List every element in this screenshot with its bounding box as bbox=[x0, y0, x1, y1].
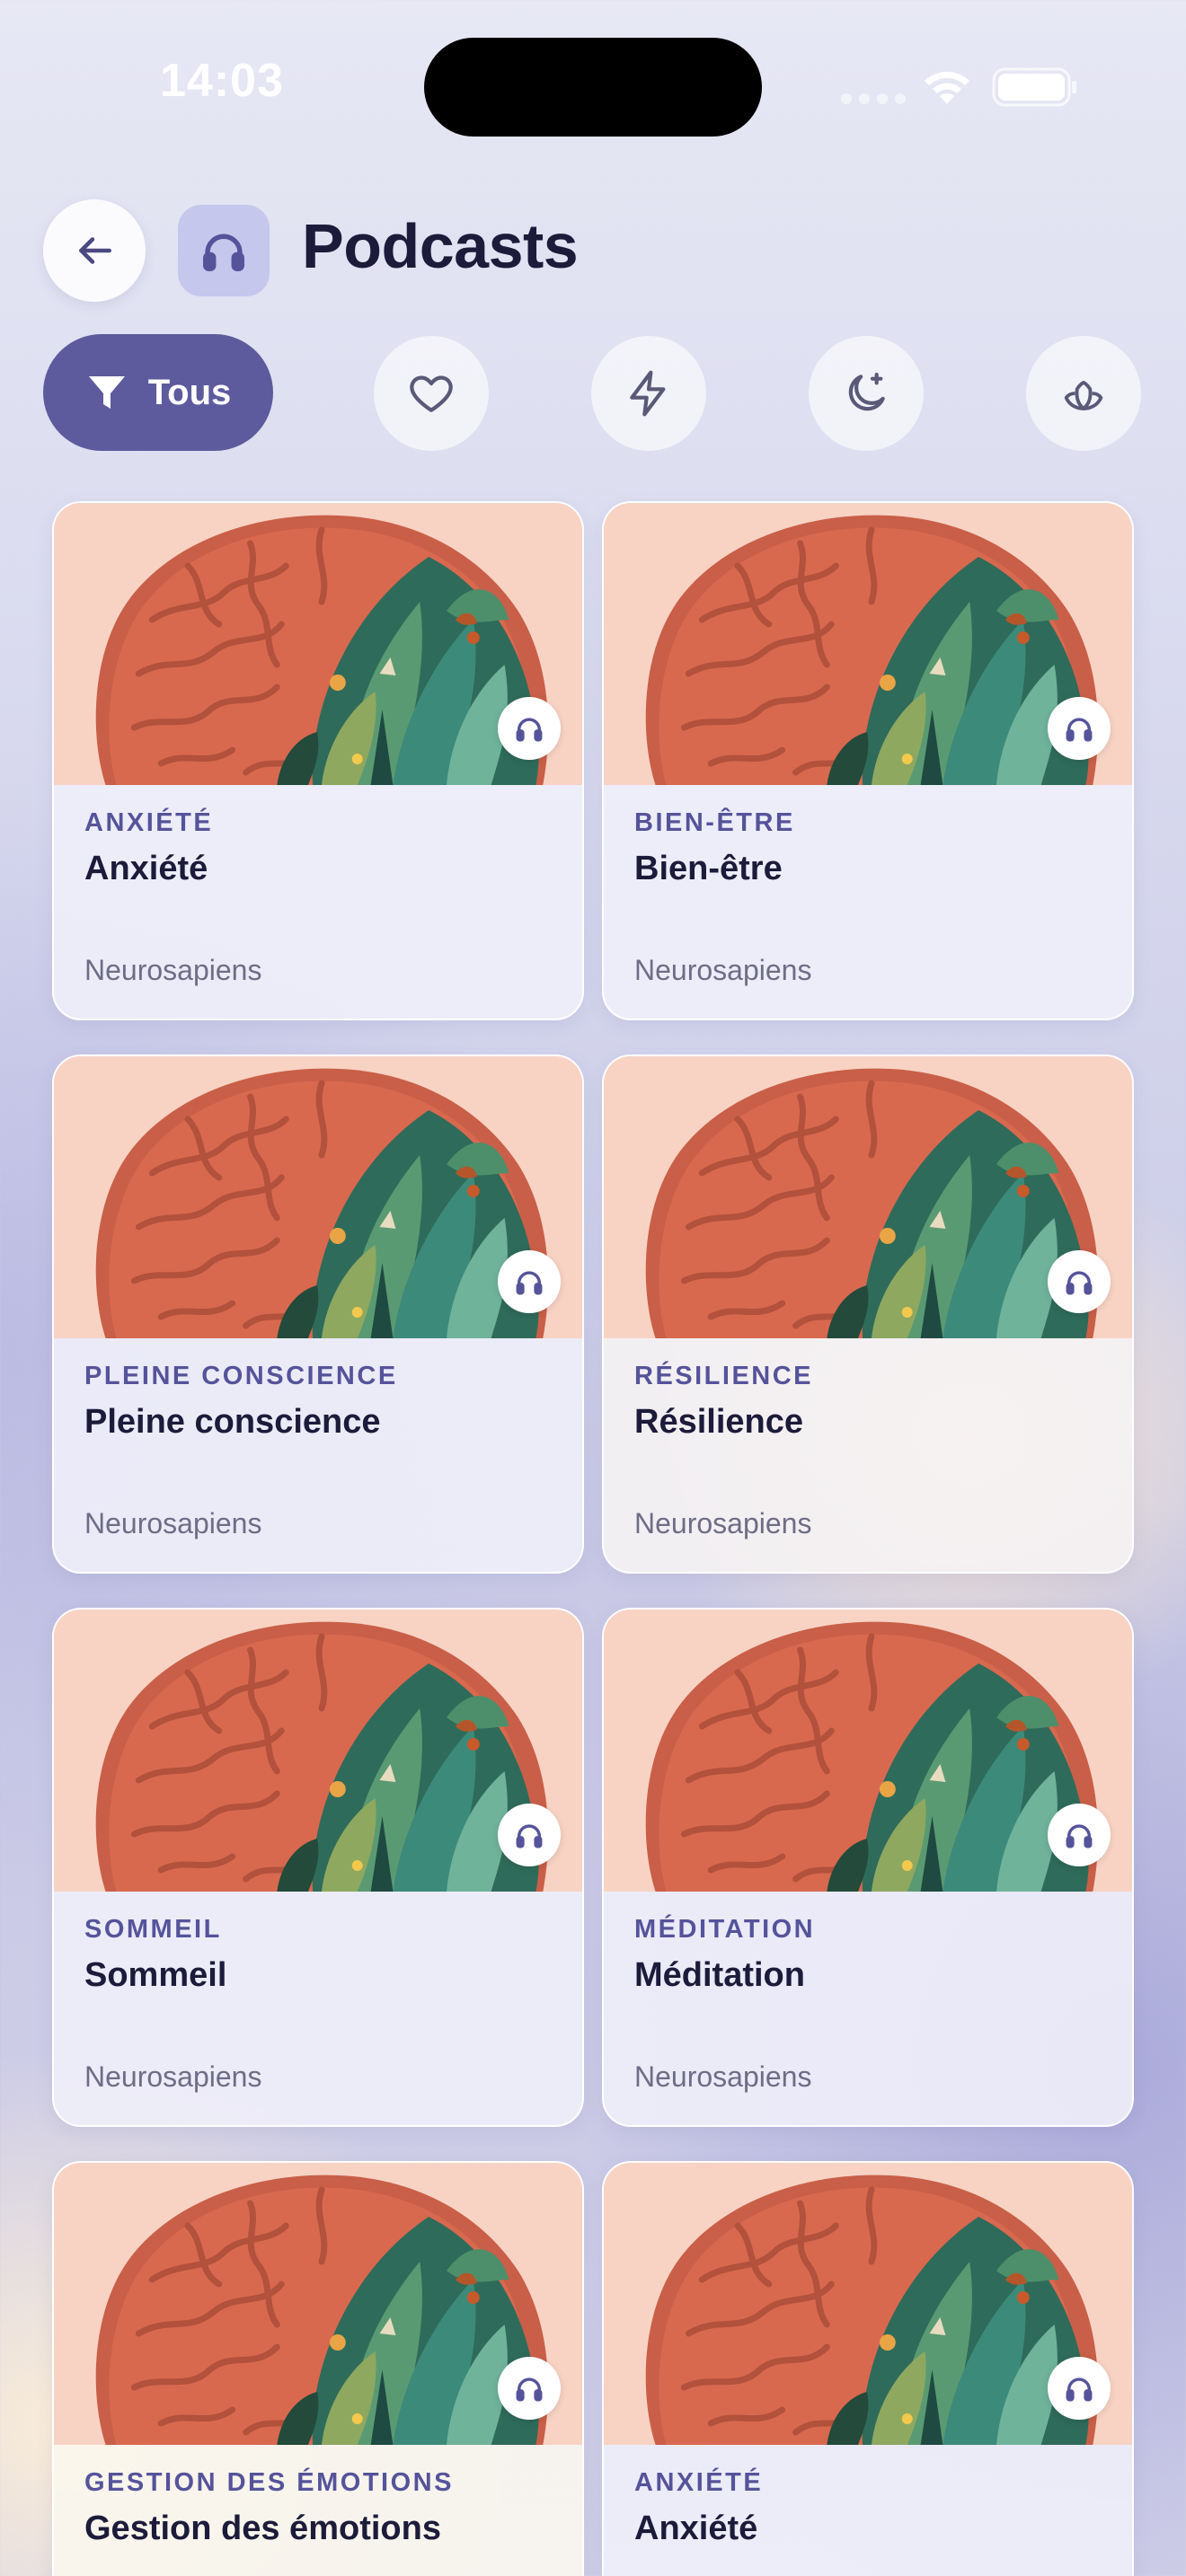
card-category: MÉDITATION bbox=[634, 1915, 816, 1944]
card-title: Résilience bbox=[634, 1403, 803, 1441]
podcast-artwork bbox=[54, 503, 582, 785]
arrow-left-icon bbox=[79, 237, 111, 264]
card-author: Neurosapiens bbox=[84, 954, 262, 986]
headphones-icon bbox=[1066, 2378, 1093, 2402]
filter-favorites-button[interactable] bbox=[374, 336, 489, 451]
card-category: RÉSILIENCE bbox=[634, 1362, 814, 1390]
filter-all-label: Tous bbox=[147, 372, 232, 412]
card-title: Anxiété bbox=[84, 850, 208, 887]
headphones-icon bbox=[1066, 1824, 1093, 1848]
podcast-artwork bbox=[54, 1610, 582, 1892]
card-category: ANXIÉTÉ bbox=[634, 2468, 764, 2497]
lightning-icon bbox=[630, 370, 666, 417]
headphones-badge[interactable] bbox=[498, 697, 561, 760]
podcast-card[interactable]: RÉSILIENCE Résilience Neurosapiens bbox=[602, 1054, 1134, 1574]
card-author: Neurosapiens bbox=[634, 1507, 812, 1539]
podcast-artwork bbox=[604, 2163, 1132, 2445]
podcast-card[interactable]: GESTION DES ÉMOTIONS Gestion des émotion… bbox=[52, 2161, 584, 2576]
heart-icon bbox=[410, 375, 453, 412]
card-author: Neurosapiens bbox=[84, 2060, 262, 2093]
podcasts-section-icon bbox=[178, 205, 270, 296]
card-author: Neurosapiens bbox=[84, 1507, 262, 1539]
signal-icon bbox=[841, 93, 906, 104]
card-title: Gestion des émotions bbox=[84, 2510, 441, 2547]
filter-all-button[interactable]: Tous bbox=[43, 334, 273, 451]
card-author: Neurosapiens bbox=[634, 954, 812, 986]
headphones-badge[interactable] bbox=[1048, 2357, 1111, 2420]
headphones-badge[interactable] bbox=[1048, 697, 1111, 760]
card-title: Méditation bbox=[634, 1956, 805, 1994]
podcast-card[interactable]: ANXIÉTÉ Anxiété bbox=[602, 2161, 1134, 2576]
filter-icon bbox=[88, 376, 125, 409]
page-title: Podcasts bbox=[302, 211, 579, 281]
wifi-icon bbox=[925, 71, 969, 104]
dynamic-island bbox=[424, 38, 762, 137]
headphones-icon bbox=[516, 1271, 543, 1295]
card-category: PLEINE CONSCIENCE bbox=[84, 1362, 398, 1390]
card-author: Neurosapiens bbox=[634, 2060, 812, 2093]
podcast-card[interactable]: SOMMEIL Sommeil Neurosapiens bbox=[52, 1608, 584, 2127]
headphones-badge[interactable] bbox=[1048, 1804, 1111, 1866]
filter-sleep-button[interactable] bbox=[809, 336, 924, 451]
podcast-card[interactable]: PLEINE CONSCIENCE Pleine conscience Neur… bbox=[52, 1054, 584, 1574]
podcast-card[interactable]: BIEN-ÊTRE Bien-être Neurosapiens bbox=[602, 501, 1134, 1020]
headphones-badge[interactable] bbox=[498, 1250, 561, 1313]
headphones-badge[interactable] bbox=[1048, 1250, 1111, 1313]
headphones-icon bbox=[1066, 718, 1093, 742]
podcast-artwork bbox=[604, 503, 1132, 785]
card-title: Sommeil bbox=[84, 1956, 227, 1994]
podcast-card[interactable]: MÉDITATION Méditation Neurosapiens bbox=[602, 1608, 1134, 2127]
battery-icon bbox=[992, 67, 1076, 107]
moon-icon bbox=[848, 372, 885, 411]
status-time: 14:03 bbox=[160, 55, 284, 107]
headphones-icon bbox=[1066, 1271, 1093, 1295]
podcast-artwork bbox=[604, 1056, 1132, 1338]
podcast-artwork bbox=[54, 1056, 582, 1338]
card-title: Bien-être bbox=[634, 850, 783, 887]
headphones-icon bbox=[516, 2378, 543, 2402]
lotus-icon bbox=[1064, 380, 1103, 410]
card-category: BIEN-ÊTRE bbox=[634, 808, 795, 837]
card-category: GESTION DES ÉMOTIONS bbox=[84, 2468, 454, 2497]
card-category: ANXIÉTÉ bbox=[84, 808, 214, 837]
back-button[interactable] bbox=[43, 199, 146, 302]
filter-energy-button[interactable] bbox=[591, 336, 706, 451]
headphones-icon bbox=[516, 718, 543, 742]
headphones-icon bbox=[516, 1824, 543, 1848]
podcast-artwork bbox=[54, 2163, 582, 2445]
headphones-badge[interactable] bbox=[498, 2357, 561, 2420]
podcast-card[interactable]: ANXIÉTÉ Anxiété Neurosapiens bbox=[52, 501, 584, 1020]
podcast-artwork bbox=[604, 1610, 1132, 1892]
card-title: Anxiété bbox=[634, 2510, 758, 2547]
filter-meditation-button[interactable] bbox=[1026, 336, 1141, 451]
card-title: Pleine conscience bbox=[84, 1403, 381, 1441]
headphones-icon bbox=[203, 234, 244, 271]
headphones-badge[interactable] bbox=[498, 1804, 561, 1866]
card-category: SOMMEIL bbox=[84, 1915, 222, 1944]
